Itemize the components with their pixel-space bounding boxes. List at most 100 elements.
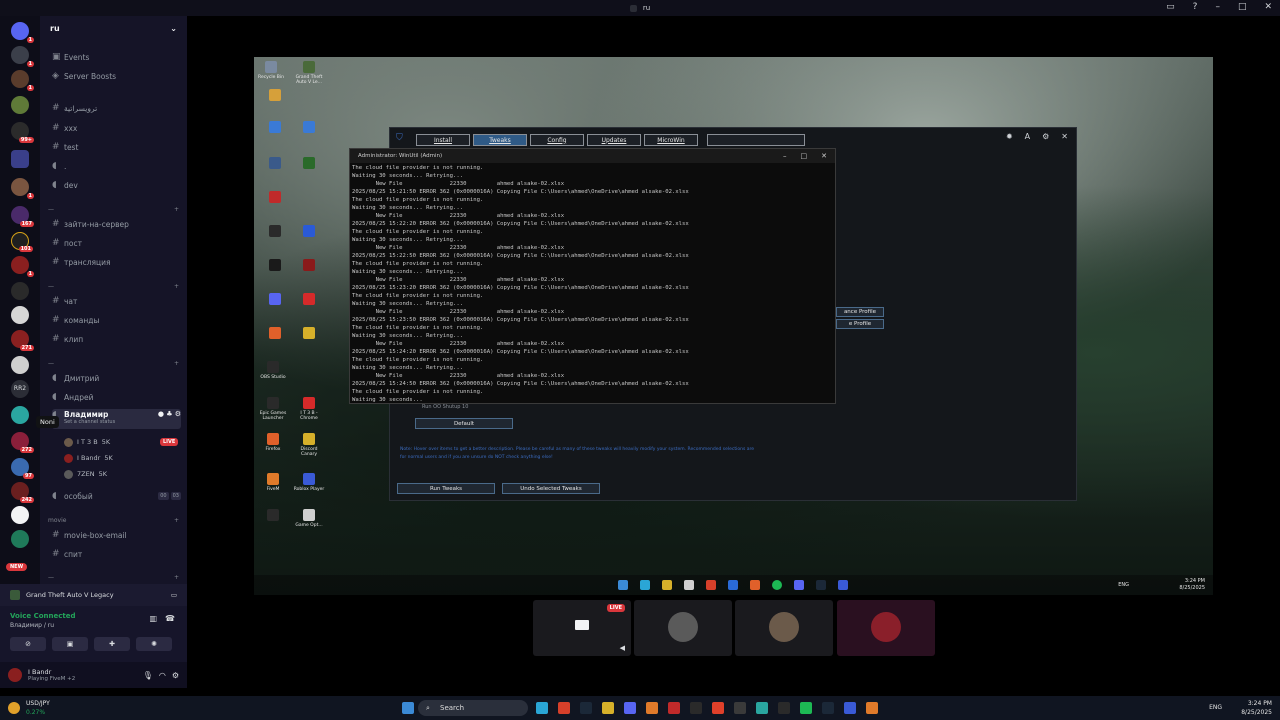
mic-icon[interactable]: 🎙 — [143, 671, 153, 680]
desktop-icon[interactable] — [258, 89, 292, 103]
steam-icon[interactable] — [580, 702, 592, 714]
desktop-icon[interactable] — [292, 293, 326, 307]
desktop-icon[interactable]: Roblox Player — [292, 473, 326, 492]
screen-icon[interactable]: ▭ — [171, 591, 177, 599]
channel-item[interactable]: # клип — [52, 332, 181, 346]
app-icon[interactable] — [668, 702, 680, 714]
app-icon[interactable] — [800, 702, 812, 714]
voice-user[interactable]: I T 3 B 5K — [64, 436, 110, 448]
server-boosts-item[interactable]: ◈ Server Boosts — [52, 69, 181, 83]
clock[interactable]: 3:24 PM 8/25/2025 — [1241, 699, 1272, 717]
add-channel-icon[interactable]: + — [174, 360, 179, 367]
app-icon[interactable] — [728, 580, 738, 590]
desktop-icon[interactable]: Discord Canary — [292, 433, 326, 457]
language-indicator[interactable]: ENG — [1118, 582, 1129, 588]
channel-item[interactable]: # movie-box-email — [52, 528, 181, 542]
channel-item[interactable]: # чат — [52, 294, 181, 308]
font-icon[interactable]: A — [1025, 132, 1030, 141]
firefox-icon[interactable] — [750, 580, 760, 590]
voice-user[interactable]: I Bandr 5K — [64, 452, 113, 464]
channel-item[interactable]: # пост — [52, 236, 181, 250]
desktop-icon[interactable] — [258, 259, 292, 273]
category-header[interactable]: — + — [48, 358, 179, 368]
explorer-icon[interactable] — [662, 580, 672, 590]
voice-channel-item[interactable]: ◖ Дмитрий — [52, 371, 181, 385]
home-icon[interactable]: 1 — [11, 22, 34, 43]
events-item[interactable]: ▣ Events — [52, 50, 181, 64]
app-icon[interactable] — [756, 702, 768, 714]
server-icon[interactable] — [11, 506, 29, 524]
folder-icon[interactable] — [11, 150, 29, 168]
tab-install[interactable]: Install — [416, 134, 470, 146]
channel-item[interactable]: # зайти-на-сервер — [52, 217, 181, 231]
desktop-icon[interactable] — [292, 327, 326, 341]
steam-icon[interactable] — [816, 580, 826, 590]
store-icon[interactable] — [684, 580, 694, 590]
channel-item[interactable]: # трансляция — [52, 255, 181, 269]
participant-tile[interactable] — [634, 600, 732, 656]
guild-header[interactable]: ru ⌄ — [40, 16, 187, 40]
category-header[interactable]: — + — [48, 281, 179, 291]
server-icon[interactable]: 1 — [11, 70, 34, 91]
category-header[interactable]: — + — [48, 572, 179, 582]
desktop-icon[interactable]: OBS Studio — [256, 361, 290, 380]
desktop-icon[interactable] — [292, 225, 326, 239]
channel-item[interactable]: ◖. — [52, 159, 181, 173]
tab-microwin[interactable]: MicroWin — [644, 134, 698, 146]
tab-config[interactable]: Config — [530, 134, 584, 146]
activity-button[interactable]: ✚ — [94, 637, 130, 651]
voice-user[interactable]: 7ZEN 5K — [64, 468, 107, 480]
add-channel-icon[interactable]: + — [174, 574, 179, 581]
voice-connected-sub[interactable]: Владимир / ru — [10, 622, 177, 629]
desktop-icon[interactable] — [292, 157, 326, 171]
app-icon[interactable] — [646, 702, 658, 714]
desktop-icon[interactable]: I T 3 B - Chrome — [292, 397, 326, 421]
server-icon[interactable]: 101 — [11, 232, 33, 252]
signal-icon[interactable]: ▥ — [149, 614, 157, 623]
start-icon[interactable] — [618, 580, 628, 590]
desktop-icon[interactable] — [292, 121, 326, 135]
terminal-icon[interactable] — [844, 702, 856, 714]
category-header[interactable]: — + — [48, 204, 179, 214]
app-icon[interactable] — [734, 702, 746, 714]
tab-updates[interactable]: Updates — [587, 134, 641, 146]
channel-item[interactable]: # xxx — [52, 121, 181, 135]
desktop-icon[interactable] — [258, 191, 292, 205]
theme-icon[interactable]: ✹ — [1006, 132, 1013, 141]
desktop-icon[interactable]: Firefox — [256, 433, 290, 452]
category-header[interactable]: movie + — [48, 515, 179, 525]
channel-item[interactable]: # test — [52, 140, 181, 154]
screen-share-button[interactable]: ▣ — [52, 637, 88, 651]
app-icon[interactable] — [690, 702, 702, 714]
server-icon[interactable]: 272 — [11, 432, 34, 453]
server-icon[interactable]: 99+ — [11, 122, 34, 143]
chrome-icon[interactable] — [706, 580, 716, 590]
profile-button[interactable]: e Profile — [836, 319, 884, 329]
edge-icon[interactable] — [640, 580, 650, 590]
settings-gear-icon[interactable]: ⚙ — [1042, 132, 1049, 141]
participant-tile[interactable]: LIVE ◀ — [533, 600, 631, 656]
add-channel-icon[interactable]: + — [174, 206, 179, 213]
brave-icon[interactable] — [712, 702, 724, 714]
settings-gear-icon[interactable]: ⚙ — [172, 671, 179, 680]
maximize-button[interactable]: □ — [801, 152, 808, 160]
server-rr2-icon[interactable]: RR2 — [11, 380, 29, 398]
server-icon[interactable]: 167 — [11, 206, 34, 227]
run-tweaks-button[interactable]: Run Tweaks — [397, 483, 495, 494]
desktop-icon[interactable]: FiveM — [256, 473, 290, 492]
maximize-button[interactable]: □ — [1238, 2, 1247, 12]
server-icon[interactable] — [11, 406, 29, 424]
explorer-icon[interactable] — [602, 702, 614, 714]
server-icon[interactable] — [11, 306, 29, 324]
start-icon[interactable] — [402, 702, 414, 714]
channel-item[interactable]: # ترويسراتية — [52, 101, 181, 115]
search-box[interactable]: ⌕ Search — [418, 700, 528, 716]
desktop-icon[interactable]: Game Opt... — [292, 509, 326, 528]
tab-tweaks[interactable]: Tweaks — [473, 134, 527, 146]
minimize-button[interactable]: – — [783, 152, 787, 160]
desktop-icon[interactable] — [258, 121, 292, 135]
server-icon[interactable] — [11, 96, 29, 114]
close-button[interactable]: ✕ — [1264, 2, 1272, 12]
inbox-icon[interactable]: ▭ — [1166, 2, 1175, 12]
default-button[interactable]: Default — [415, 418, 513, 429]
